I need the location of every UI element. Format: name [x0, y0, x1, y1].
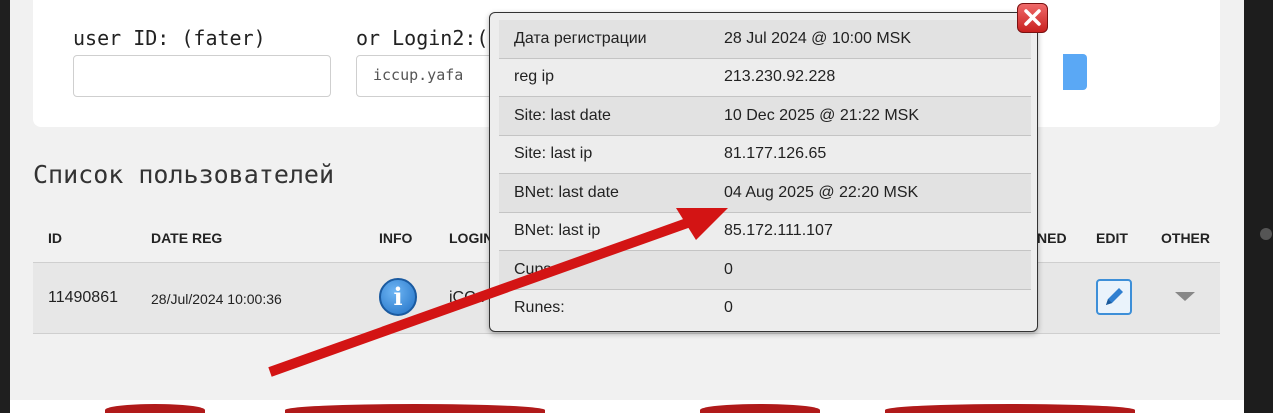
annotation-arrow-shaft: [268, 217, 692, 377]
annotation-arrow: [268, 208, 728, 377]
